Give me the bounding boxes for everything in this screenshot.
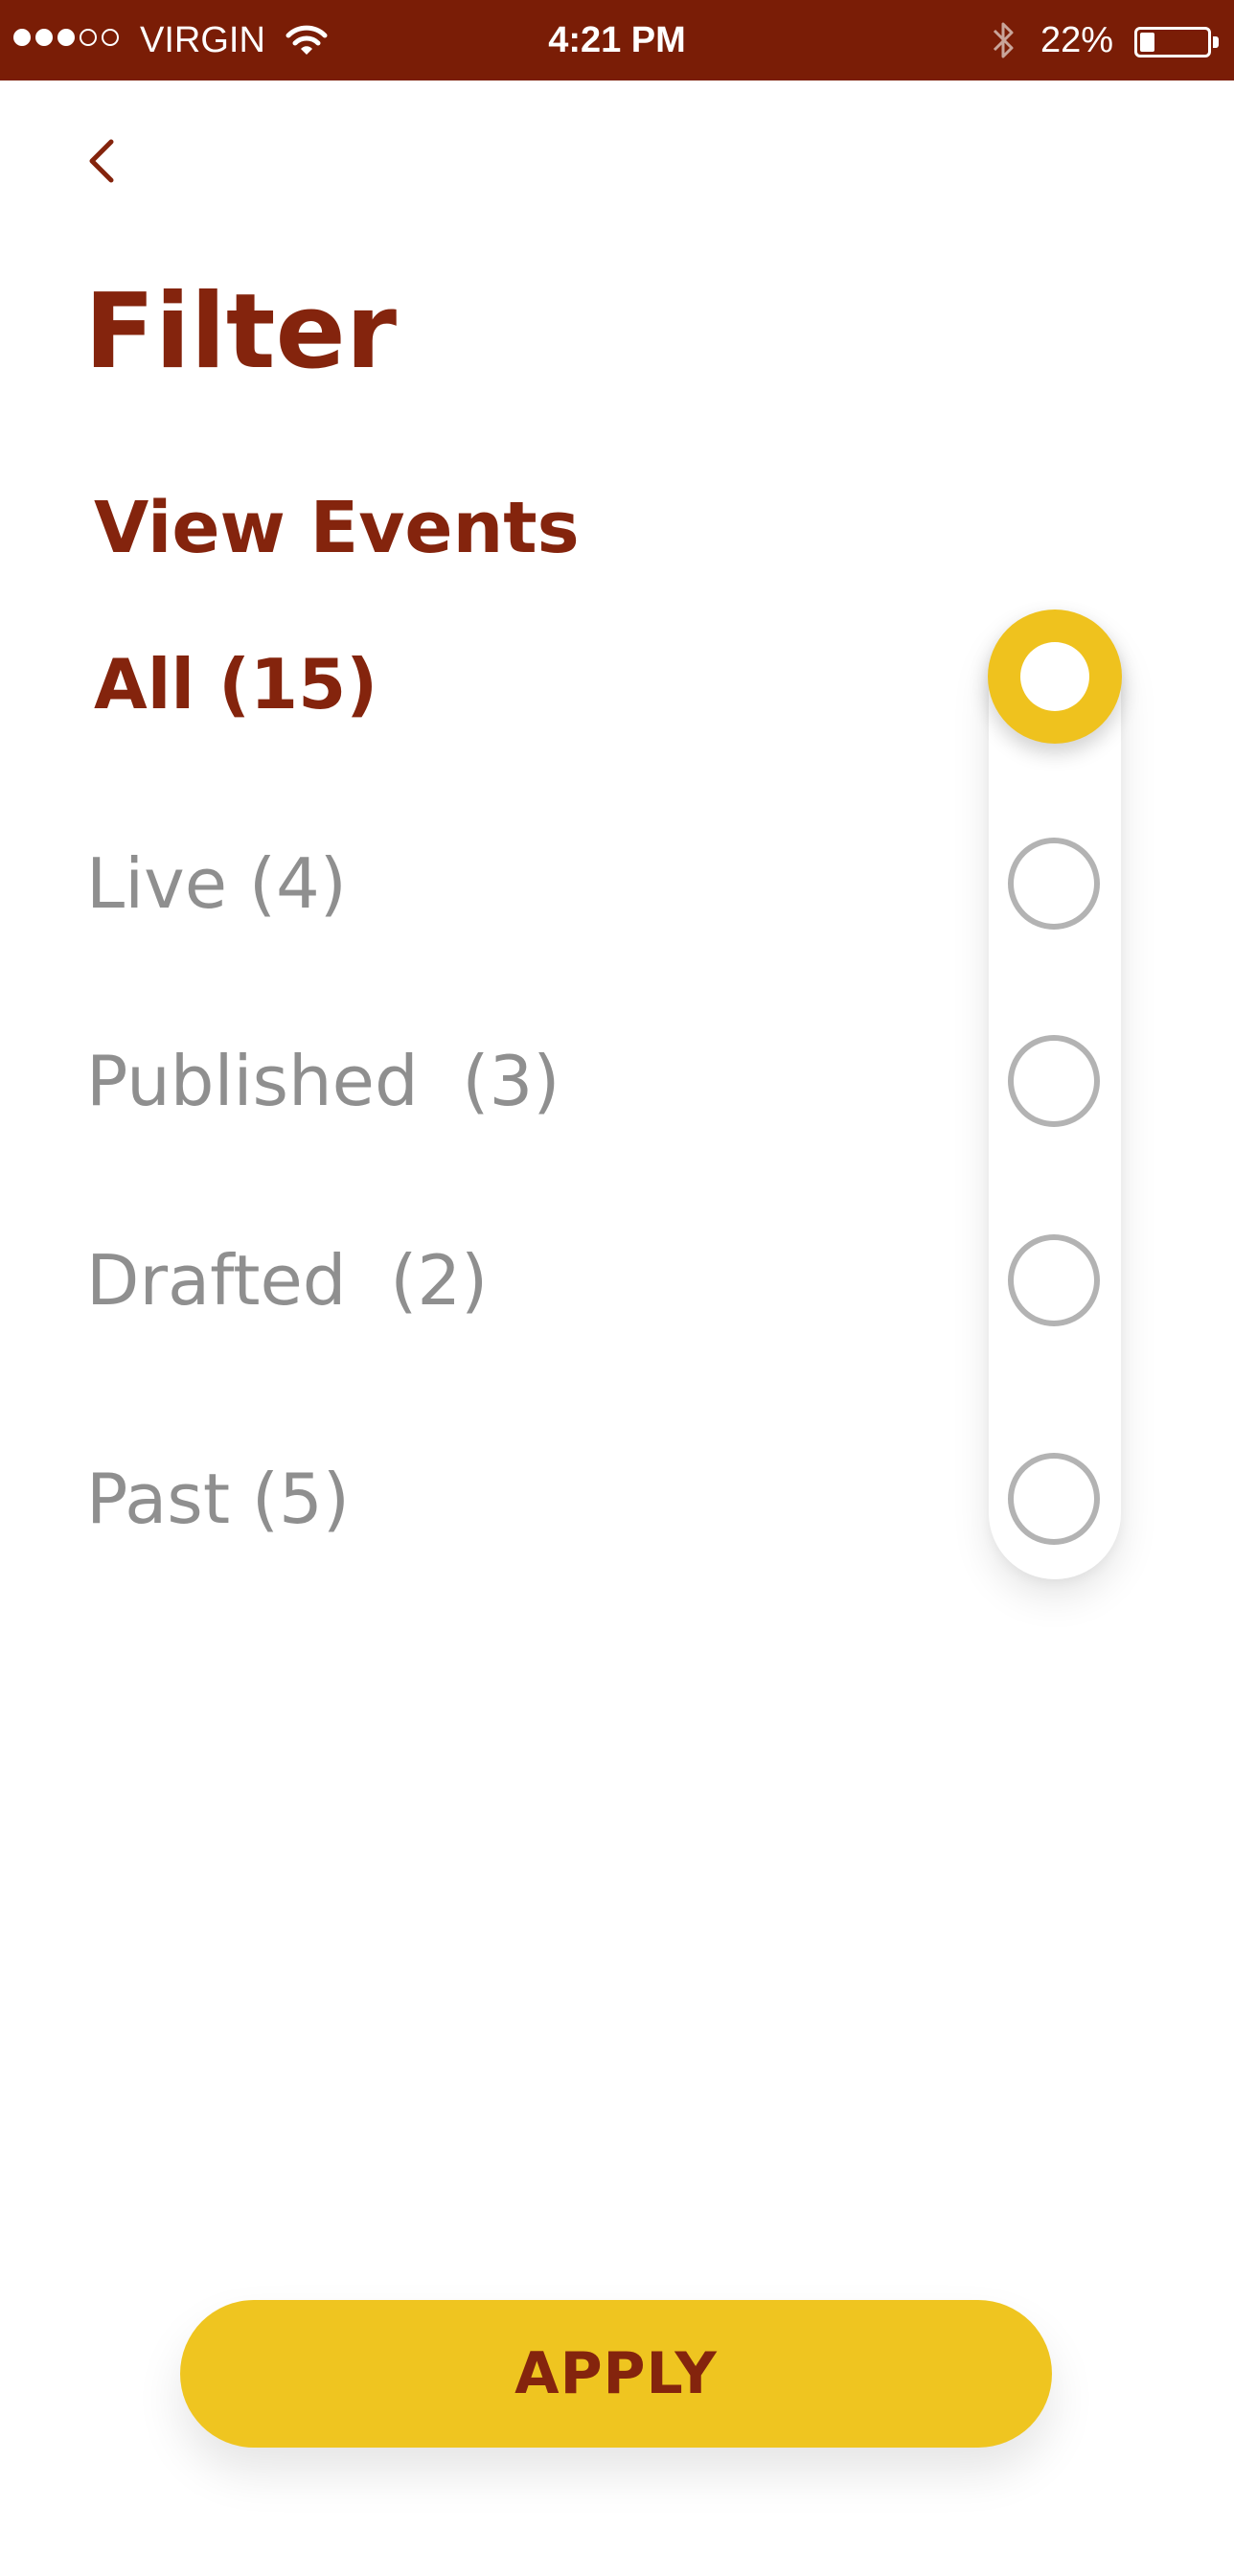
filter-screen: VIRGIN 4:21 PM 22% Filter View Events Al… xyxy=(0,0,1234,2576)
apply-button[interactable]: APPLY xyxy=(180,2300,1052,2448)
radio-inner-dot xyxy=(1020,642,1089,711)
battery-percent: 22% xyxy=(1040,20,1114,60)
signal-dot xyxy=(57,29,75,46)
section-title: View Events xyxy=(94,487,580,569)
radio-past[interactable] xyxy=(1008,1453,1100,1545)
signal-dot xyxy=(13,29,31,46)
status-bar: VIRGIN 4:21 PM 22% xyxy=(0,0,1234,80)
radio-drafted[interactable] xyxy=(1008,1234,1100,1326)
signal-dot xyxy=(35,29,53,46)
signal-dot xyxy=(102,29,119,46)
radio-live[interactable] xyxy=(1008,838,1100,930)
page-title: Filter xyxy=(84,272,397,392)
chevron-left-icon[interactable] xyxy=(73,130,134,192)
radio-published[interactable] xyxy=(1008,1035,1100,1127)
apply-button-label: APPLY xyxy=(514,2340,718,2407)
signal-strength-icon xyxy=(13,29,119,46)
filter-option-all[interactable]: All (15) xyxy=(94,638,377,730)
filter-option-live[interactable]: Live (4) xyxy=(86,838,347,930)
filter-option-published[interactable]: Published (3) xyxy=(86,1035,560,1127)
signal-dot xyxy=(80,29,97,46)
battery-icon xyxy=(1134,27,1211,58)
filter-option-drafted[interactable]: Drafted (2) xyxy=(86,1234,488,1326)
bluetooth-icon xyxy=(993,22,1014,58)
battery-fill xyxy=(1140,33,1154,52)
status-time: 4:21 PM xyxy=(548,20,686,60)
filter-option-past[interactable]: Past (5) xyxy=(86,1453,350,1545)
wifi-icon xyxy=(286,25,328,55)
battery-tip xyxy=(1213,36,1219,48)
radio-all-selected[interactable] xyxy=(988,610,1122,744)
carrier-name: VIRGIN xyxy=(140,20,265,60)
